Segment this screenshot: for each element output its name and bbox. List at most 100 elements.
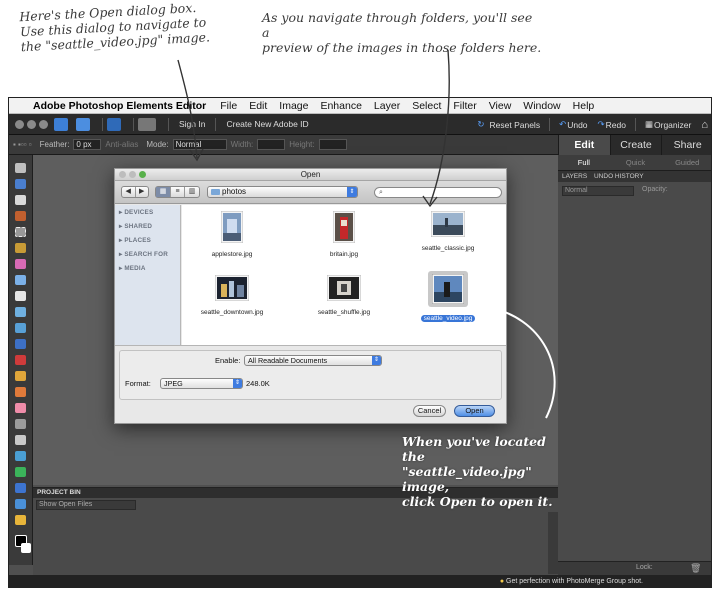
tab-create[interactable]: Create xyxy=(609,135,662,155)
menu-window[interactable]: Window xyxy=(517,100,566,112)
menu-help[interactable]: Help xyxy=(567,100,601,112)
undo-icon[interactable]: ↶ xyxy=(554,119,567,130)
menu-image[interactable]: Image xyxy=(273,100,314,112)
menu-edit[interactable]: Edit xyxy=(243,100,273,112)
file-item[interactable]: seattle_downtown.jpg xyxy=(187,275,277,319)
create-adobe-id-link[interactable]: Create New Adobe ID xyxy=(220,119,314,129)
paint-bucket-tool-icon[interactable] xyxy=(15,451,26,461)
zoom-tool-icon[interactable] xyxy=(15,179,26,189)
menu-layer[interactable]: Layer xyxy=(368,100,406,112)
background-color-swatch[interactable] xyxy=(21,543,31,553)
save-icon[interactable] xyxy=(76,117,90,131)
sign-in-link[interactable]: Sign In xyxy=(173,119,211,129)
straighten-tool-icon[interactable] xyxy=(15,339,26,349)
type-tool-icon[interactable] xyxy=(15,291,26,301)
marquee-tool-icon[interactable] xyxy=(15,227,26,237)
menu-enhance[interactable]: Enhance xyxy=(314,100,367,112)
project-bin-scrollbar[interactable] xyxy=(548,512,558,574)
organizer-icon[interactable]: ▦ xyxy=(640,119,654,130)
tab-undo-history[interactable]: UNDO HISTORY xyxy=(594,173,644,180)
file-item[interactable]: seattle_classic.jpg xyxy=(403,211,493,255)
clone-stamp-tool-icon[interactable] xyxy=(15,387,26,397)
selection-brush-tool-icon[interactable] xyxy=(15,275,26,285)
subtab-quick[interactable]: Quick xyxy=(610,155,662,170)
undo-button[interactable]: Undo xyxy=(567,120,592,130)
sidebar-item-search-for[interactable]: ▸ SEARCH FOR xyxy=(119,251,168,258)
healing-brush-tool-icon[interactable] xyxy=(15,371,26,381)
gradient-tool-icon[interactable] xyxy=(15,467,26,477)
lasso-tool-icon[interactable] xyxy=(15,243,26,253)
enable-select[interactable]: All Readable Documents ⇕ xyxy=(244,355,382,366)
width-input[interactable] xyxy=(257,139,286,150)
tab-share[interactable]: Share xyxy=(661,135,711,155)
file-item[interactable]: britain.jpg xyxy=(299,211,389,261)
close-window-button[interactable] xyxy=(15,119,24,129)
sidebar-item-shared[interactable]: ▸ SHARED xyxy=(119,223,152,230)
redo-icon[interactable]: ↷ xyxy=(593,119,606,130)
search-field[interactable]: ⌕ xyxy=(374,187,502,198)
move-tool-icon[interactable] xyxy=(15,163,26,173)
anti-alias-checkbox[interactable]: Anti-alias xyxy=(101,140,142,149)
project-bin-dropdown[interactable]: Show Open Files xyxy=(36,500,136,510)
sidebar-item-places[interactable]: ▸ PLACES xyxy=(119,237,151,244)
file-item[interactable]: applestore.jpg xyxy=(187,211,277,261)
subtab-full[interactable]: Full xyxy=(558,155,610,170)
forward-button[interactable]: ▶ xyxy=(136,187,149,197)
crop-tool-icon[interactable] xyxy=(15,307,26,317)
sponge-tool-icon[interactable] xyxy=(15,515,26,525)
mode-tabs: Edit Create Share xyxy=(558,135,711,155)
list-view-button[interactable]: ≡ xyxy=(171,187,185,197)
dialog-zoom-button[interactable] xyxy=(139,171,146,178)
magic-wand-tool-icon[interactable] xyxy=(15,259,26,269)
hand-tool-icon[interactable] xyxy=(15,195,26,205)
file-item[interactable]: seattle_shuffle.jpg xyxy=(299,275,389,319)
new-file-icon[interactable] xyxy=(54,117,68,131)
dialog-title-bar: Open xyxy=(115,169,506,181)
dialog-minimize-button[interactable] xyxy=(129,171,136,178)
red-eye-tool-icon[interactable] xyxy=(15,355,26,365)
cookie-cutter-tool-icon[interactable] xyxy=(15,323,26,333)
help-icon[interactable] xyxy=(107,117,121,131)
organizer-button[interactable]: Organizer xyxy=(654,120,696,130)
icon-view-button[interactable]: ▦ xyxy=(156,187,171,197)
feather-input[interactable]: 0 px xyxy=(73,139,102,150)
home-icon[interactable]: ⌂ xyxy=(696,119,711,131)
arrange-icon[interactable] xyxy=(138,117,156,131)
redo-button[interactable]: Redo xyxy=(606,120,631,130)
reset-panels-button[interactable]: Reset Panels xyxy=(490,120,546,130)
tab-layers[interactable]: LAYERS xyxy=(562,173,587,180)
file-item-selected[interactable]: seattle_video.jpg xyxy=(403,271,493,325)
status-tip[interactable]: Get perfection with PhotoMerge Group sho… xyxy=(506,578,643,585)
eyedropper-tool-icon[interactable] xyxy=(15,211,26,221)
brush-tool-icon[interactable] xyxy=(15,419,26,429)
menu-select[interactable]: Select xyxy=(406,100,447,112)
cancel-button[interactable]: Cancel xyxy=(413,405,446,417)
column-view-button[interactable]: ▥ xyxy=(185,187,199,197)
blend-mode-select[interactable]: Normal xyxy=(562,186,634,196)
back-button[interactable]: ◀ xyxy=(122,187,136,197)
sidebar-item-media[interactable]: ▸ MEDIA xyxy=(119,265,146,272)
mode-select[interactable]: Normal xyxy=(172,139,227,150)
marquee-options-icon[interactable]: ▪ ▪▫▫ ▫ xyxy=(9,140,36,149)
menu-file[interactable]: File xyxy=(214,100,243,112)
smart-brush-tool-icon[interactable] xyxy=(15,435,26,445)
open-button[interactable]: Open xyxy=(454,405,495,417)
format-select[interactable]: JPEG ⇕ xyxy=(160,378,243,389)
tab-edit[interactable]: Edit xyxy=(558,135,610,155)
sidebar-item-devices[interactable]: ▸ DEVICES xyxy=(119,209,153,216)
height-input[interactable] xyxy=(318,139,347,150)
blur-tool-icon[interactable] xyxy=(15,499,26,509)
format-value: JPEG xyxy=(164,379,183,388)
trash-icon[interactable]: 🗑 xyxy=(690,563,701,574)
shape-tool-icon[interactable] xyxy=(15,483,26,493)
menu-filter[interactable]: Filter xyxy=(447,100,482,112)
folder-location-select[interactable]: photos ⇕ xyxy=(207,186,358,198)
reset-panels-icon[interactable]: ↻ xyxy=(472,119,489,130)
zoom-window-button[interactable] xyxy=(39,119,48,129)
menu-view[interactable]: View xyxy=(483,100,518,112)
minimize-window-button[interactable] xyxy=(27,119,36,129)
subtab-guided[interactable]: Guided xyxy=(661,155,711,170)
app-name[interactable]: Adobe Photoshop Elements Editor xyxy=(31,100,214,112)
eraser-tool-icon[interactable] xyxy=(15,403,26,413)
dialog-close-button[interactable] xyxy=(119,171,126,178)
